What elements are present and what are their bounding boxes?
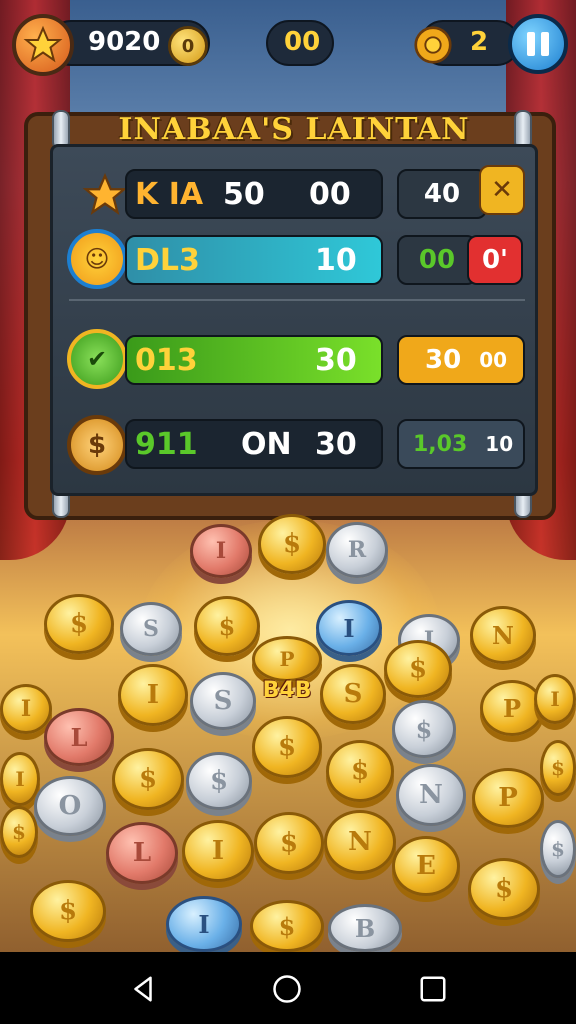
coins-value: 9020 bbox=[88, 27, 161, 57]
row3-value2: 30 bbox=[315, 343, 357, 378]
row2-value2: 10 bbox=[315, 243, 357, 278]
coin[interactable]: R bbox=[326, 522, 388, 578]
top-hud: 9020 0 00 2 bbox=[0, 0, 576, 88]
row1-label: K IA bbox=[135, 177, 204, 212]
coin[interactable]: N bbox=[324, 810, 396, 874]
close-icon[interactable]: ✕ bbox=[479, 165, 525, 215]
coin[interactable]: S bbox=[120, 602, 182, 656]
row3-side-value2: 00 bbox=[479, 348, 508, 372]
coin[interactable]: O bbox=[34, 776, 106, 836]
coin[interactable]: I bbox=[182, 820, 254, 882]
coin[interactable]: P bbox=[472, 768, 544, 828]
coin[interactable]: $ bbox=[392, 700, 456, 758]
coin[interactable]: L bbox=[106, 822, 178, 884]
system-nav-bar bbox=[0, 952, 576, 1024]
row4-side-button[interactable]: 1,03 10 bbox=[397, 419, 525, 469]
coin[interactable]: I bbox=[166, 896, 242, 952]
coin[interactable]: N bbox=[470, 606, 536, 664]
score-value: 00 bbox=[284, 27, 321, 57]
coin[interactable]: I bbox=[534, 674, 576, 724]
coin[interactable]: I bbox=[190, 524, 252, 578]
coin[interactable]: $ bbox=[112, 748, 184, 810]
row2-side-badge[interactable]: 0' bbox=[467, 235, 523, 285]
coin[interactable]: $ bbox=[326, 740, 394, 802]
center-label: B4B bbox=[262, 678, 312, 703]
coin[interactable]: P bbox=[252, 636, 322, 682]
coin[interactable]: P bbox=[480, 680, 544, 736]
coin[interactable]: $ bbox=[194, 596, 260, 656]
board-divider bbox=[69, 299, 525, 301]
level-value: 2 bbox=[470, 27, 489, 57]
coin[interactable]: $ bbox=[384, 640, 452, 698]
score-board: INABAA'S LAINTAN K IA 50 00 40 ✕ ☺ DL3 1… bbox=[24, 110, 556, 520]
coin[interactable]: $ bbox=[30, 880, 106, 942]
coin[interactable]: $ bbox=[468, 858, 540, 920]
coin[interactable]: B bbox=[328, 904, 402, 952]
coin[interactable]: $ bbox=[252, 716, 322, 778]
row4-side-value: 1,03 bbox=[413, 431, 468, 457]
coin[interactable]: $ bbox=[0, 806, 38, 858]
row2-side-value[interactable]: 00 bbox=[397, 235, 477, 285]
star-icon bbox=[23, 25, 63, 63]
row1-side-value[interactable]: 40 bbox=[397, 169, 487, 219]
recents-icon[interactable] bbox=[418, 974, 448, 1004]
row4-side-value2: 10 bbox=[485, 432, 514, 456]
coin[interactable]: $ bbox=[250, 900, 324, 952]
home-icon[interactable] bbox=[272, 974, 302, 1004]
coin[interactable]: S bbox=[190, 672, 256, 730]
mascot-icon: ☺ bbox=[67, 229, 127, 289]
row1-value2: 00 bbox=[309, 177, 351, 212]
leaf-icon: ✔ bbox=[67, 329, 127, 389]
gear-button[interactable] bbox=[410, 22, 456, 68]
row4-value2: 30 bbox=[315, 427, 357, 462]
coin[interactable]: N bbox=[396, 764, 466, 826]
coin[interactable]: I bbox=[118, 664, 188, 726]
star-button[interactable] bbox=[12, 14, 74, 76]
coin[interactable]: S bbox=[320, 664, 386, 724]
trophy-icon: $ bbox=[67, 415, 127, 475]
coin[interactable]: $ bbox=[44, 594, 114, 654]
coin[interactable]: E bbox=[392, 836, 460, 896]
coin[interactable]: I bbox=[0, 752, 40, 806]
pause-icon bbox=[527, 32, 535, 56]
row4-label: 911 bbox=[135, 427, 198, 462]
coin[interactable]: $ bbox=[540, 820, 576, 878]
row2-label: DL3 bbox=[135, 243, 200, 278]
coin-icon: 0 bbox=[168, 26, 208, 66]
gear-icon bbox=[414, 26, 452, 64]
pause-icon-bar bbox=[541, 32, 549, 56]
board-title: INABAA'S LAINTAN bbox=[118, 112, 470, 147]
back-icon[interactable] bbox=[128, 974, 158, 1004]
board-panel: K IA 50 00 40 ✕ ☺ DL3 10 00 0' ✔ 013 30 … bbox=[50, 144, 538, 496]
row3-side-value: 30 bbox=[425, 345, 462, 375]
coin[interactable]: $ bbox=[186, 752, 252, 810]
coin[interactable]: L bbox=[44, 708, 114, 766]
coin[interactable]: I bbox=[316, 600, 382, 656]
row4-value1: ON bbox=[241, 427, 292, 462]
row3-label: 013 bbox=[135, 343, 198, 378]
coin[interactable]: I bbox=[0, 684, 52, 734]
coin[interactable]: $ bbox=[540, 740, 576, 796]
row1-value1: 50 bbox=[223, 177, 265, 212]
pause-button[interactable] bbox=[508, 14, 568, 74]
coin[interactable]: $ bbox=[254, 812, 324, 874]
row3-side-button[interactable]: 30 00 bbox=[397, 335, 525, 385]
coin[interactable]: $ bbox=[258, 514, 326, 574]
